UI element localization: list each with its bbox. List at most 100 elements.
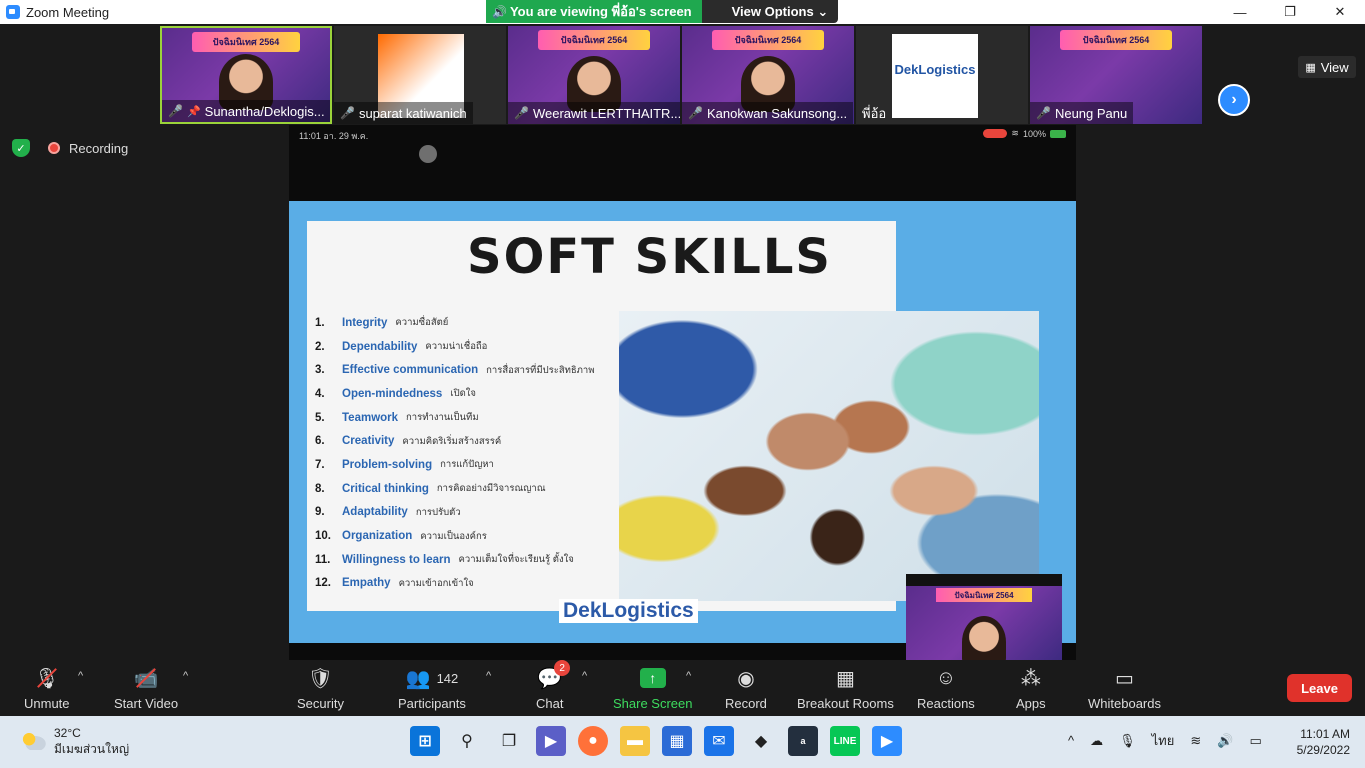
share-screen-icon-wrap: ↑ <box>639 664 666 692</box>
battery-icon[interactable]: ▭ <box>1249 733 1261 749</box>
participant-thumb[interactable]: ปัจฉิมนิเทศ 2564 🎤 Kanokwan Sakunsong... <box>682 26 854 124</box>
volume-icon[interactable]: 🔊 <box>1217 733 1233 749</box>
view-button[interactable]: ▦ View <box>1298 56 1356 78</box>
amazon-icon[interactable]: a <box>788 726 818 756</box>
breakout-rooms-icon: ▦ <box>835 667 855 690</box>
security-button[interactable]: 🛡 Security <box>297 664 344 714</box>
event-banner: ปัจฉิมนิเทศ 2564 <box>538 30 650 50</box>
share-screen-arrow-icon: ↑ <box>639 668 666 688</box>
zoom-taskbar-icon[interactable]: ▶ <box>872 726 902 756</box>
skill-name: Effective communication <box>342 364 479 377</box>
chat-options-caret[interactable]: ^ <box>582 670 587 682</box>
task-view-icon[interactable]: ❐ <box>494 726 524 756</box>
skill-number: 6. <box>315 435 325 448</box>
skill-number: 10. <box>315 530 331 543</box>
chevron-up-icon[interactable]: ^ <box>1068 733 1074 748</box>
participant-thumb[interactable]: 🎤 suparat katiwanich <box>334 26 506 124</box>
skill-number: 2. <box>315 340 325 353</box>
restore-button[interactable]: ❐ <box>1265 0 1315 24</box>
screen-record-icon <box>983 129 1008 138</box>
participants-count: 142 <box>436 670 459 686</box>
input-language[interactable]: ไทย <box>1152 730 1175 751</box>
close-button[interactable]: ✕ <box>1315 0 1365 24</box>
firefox-icon[interactable]: ● <box>578 726 608 756</box>
audio-options-caret[interactable]: ^ <box>78 670 83 682</box>
participant-thumb[interactable]: ปัจฉิมนิเทศ 2564 🎤 Weerawit LERTTHAITR..… <box>508 26 680 124</box>
partly-cloudy-icon <box>20 732 46 750</box>
touch-indicator <box>419 145 437 163</box>
windows-start-icon[interactable]: ⊞ <box>410 726 440 756</box>
participants-button[interactable]: 👥 142 Participants <box>398 664 466 714</box>
line-app-icon[interactable]: LINE <box>830 726 860 756</box>
mic-muted-icon: 🎤 <box>514 106 529 120</box>
participant-name: suparat katiwanich <box>358 105 467 121</box>
chat-button[interactable]: 💬 2 Chat <box>536 660 571 714</box>
viewing-text: You are viewing พี่อ้อ's screen <box>509 4 692 19</box>
wifi-icon[interactable]: ≋ <box>1190 733 1201 749</box>
dropbox-icon[interactable]: ◆ <box>746 726 776 756</box>
microphone-icon[interactable]: 🎙 <box>1119 733 1136 749</box>
wifi-icon: ≋ <box>1011 128 1019 138</box>
video-options-caret[interactable]: ^ <box>183 670 188 682</box>
grid-icon: ▦ <box>1305 61 1316 74</box>
skill-item: 4. Open-mindedness เปิดใจ <box>315 382 595 406</box>
self-video <box>962 616 1006 660</box>
viewing-indicator: 🔊 You are viewing พี่อ้อ's screen <box>486 0 702 23</box>
clock-date: 5/29/2022 <box>1296 743 1350 757</box>
microsoft-store-icon[interactable]: ▦ <box>662 726 692 756</box>
start-video-button[interactable]: 📹 Start Video <box>114 664 178 714</box>
next-page-button[interactable]: › <box>1218 84 1250 116</box>
unmute-button[interactable]: 🎙 Unmute <box>24 664 70 714</box>
clock-time: 11:01 AM <box>1300 727 1350 741</box>
record-button[interactable]: ◉ Record <box>725 664 767 714</box>
skill-name: Creativity <box>342 435 395 448</box>
share-screen-button[interactable]: ↑ Share Screen <box>613 664 693 714</box>
whiteboards-button[interactable]: ▭ Whiteboards <box>1088 664 1161 714</box>
view-options-button[interactable]: View Options ⌄ <box>701 0 839 23</box>
skill-name: Problem-solving <box>342 458 433 471</box>
skill-item: 6. Creativity ความคิดริเริ่มสร้างสรรค์ <box>315 429 595 453</box>
cloud-error-icon[interactable]: ☁ <box>1090 733 1103 749</box>
file-explorer-icon[interactable]: ▬ <box>620 726 650 756</box>
participant-name-bar: 🎤 📌 Sunantha/Deklogis... <box>162 100 330 122</box>
deklogistics-logo: DekLogistics <box>559 599 698 623</box>
participant-thumb[interactable]: DekLogistics พี่อ้อ <box>856 26 1028 124</box>
weather-widget[interactable]: 32°C มีเมฆส่วนใหญ่ <box>20 725 129 757</box>
apps-button[interactable]: ⁂ Apps <box>1016 664 1046 714</box>
reactions-button[interactable]: ☺ Reactions <box>917 664 975 714</box>
share-options-caret[interactable]: ^ <box>686 670 691 682</box>
skill-thai: การปรับตัว <box>415 506 461 518</box>
participant-strip: ปัจฉิมนิเทศ 2564 🎤 📌 Sunantha/Deklogis..… <box>0 24 1365 124</box>
participants-options-caret[interactable]: ^ <box>486 670 491 682</box>
participant-name: พี่อ้อ <box>862 105 887 121</box>
encryption-shield-icon[interactable]: ✓ <box>12 139 30 157</box>
smiley-plus-icon: ☺ <box>935 666 957 689</box>
mic-muted-icon: 🎤 <box>688 106 703 120</box>
teams-chat-icon[interactable]: ▶ <box>536 726 566 756</box>
skill-thai: การสื่อสารที่มีประสิทธิภาพ <box>486 364 595 376</box>
leave-button[interactable]: Leave <box>1287 674 1352 702</box>
mic-muted-icon: 🎤 <box>340 106 355 120</box>
participants-label: Participants <box>398 696 466 711</box>
record-label: Record <box>725 696 767 711</box>
minimize-button[interactable]: — <box>1215 0 1265 24</box>
system-clock[interactable]: 11:01 AM 5/29/2022 <box>1290 726 1350 758</box>
skill-number: 9. <box>315 506 325 519</box>
apps-label: Apps <box>1016 696 1046 711</box>
search-icon[interactable]: ⚲ <box>452 726 482 756</box>
speaker-icon: 🔊 <box>492 4 507 19</box>
skill-number: 3. <box>315 364 325 377</box>
breakout-rooms-button[interactable]: ▦ Breakout Rooms <box>797 664 894 714</box>
recording-indicator[interactable]: Recording <box>48 139 128 157</box>
self-view-video[interactable]: ปัจฉิมนิเทศ 2564 <box>906 574 1062 660</box>
participant-name-bar: 🎤 Weerawit LERTTHAITR... <box>508 102 680 124</box>
skill-item: 10. Organization ความเป็นองค์กร <box>315 524 595 548</box>
skill-number: 12. <box>315 577 331 590</box>
participant-thumb[interactable]: ปัจฉิมนิเทศ 2564 🎤 📌 Sunantha/Deklogis..… <box>160 26 332 124</box>
mail-icon[interactable]: ✉ <box>704 726 734 756</box>
skill-number: 11. <box>315 553 331 566</box>
participant-thumb[interactable]: ปัจฉิมนิเทศ 2564 🎤 Neung Panu <box>1030 26 1202 124</box>
skill-item: 8. Critical thinking การคิดอย่างมีวิจารณญา… <box>315 477 595 501</box>
participant-name: Sunantha/Deklogis... <box>204 103 325 119</box>
slide-card: SOFT SKILLS 1. Integrity ความซื่อสัตย์ 2. De… <box>307 221 1039 623</box>
